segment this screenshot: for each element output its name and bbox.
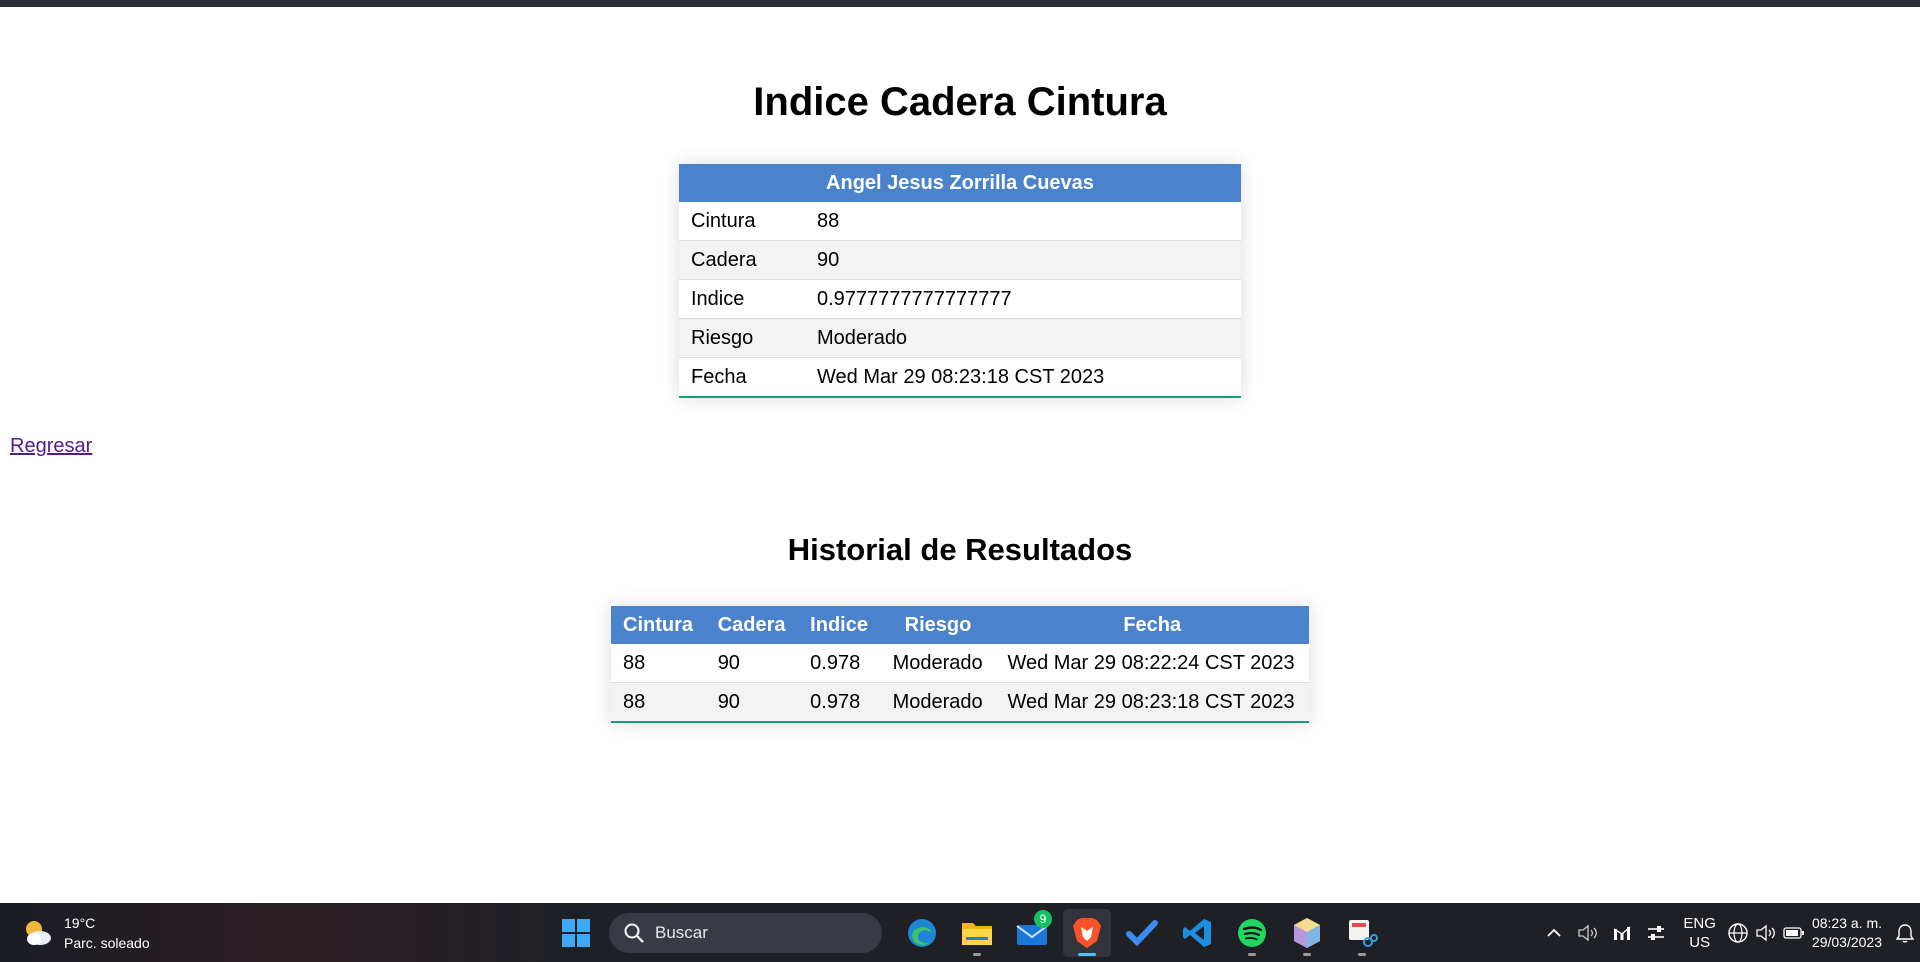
result-row-cadera: Cadera 90 — [679, 240, 1241, 280]
result-value: 0.9777777777777777 — [805, 279, 1241, 319]
history-cell: Wed Mar 29 08:23:18 CST 2023 — [995, 682, 1309, 723]
history-cell: Moderado — [880, 682, 996, 723]
history-cell: 90 — [705, 644, 799, 683]
result-label: Riesgo — [679, 318, 805, 358]
taskbar-app-vscode[interactable] — [1173, 909, 1221, 957]
result-label: Cintura — [679, 202, 805, 241]
search-placeholder: Buscar — [655, 923, 708, 942]
volume-icon — [1756, 924, 1775, 941]
history-cell: Wed Mar 29 08:22:24 CST 2023 — [995, 644, 1309, 683]
back-link[interactable]: Regresar — [10, 435, 92, 458]
browser-top-strip — [0, 0, 1920, 7]
taskbar-apps: Buscar 9 — [552, 909, 1393, 957]
result-row-cintura: Cintura 88 — [679, 202, 1241, 241]
show-hidden-icons-button[interactable] — [1537, 903, 1571, 962]
taskbar-app-spotify[interactable] — [1228, 909, 1276, 957]
taskbar-app-brave[interactable] — [1063, 909, 1111, 957]
result-value: 88 — [805, 202, 1241, 241]
windows-start-icon — [562, 919, 590, 947]
running-indicator — [1078, 953, 1096, 956]
taskbar-app-edge[interactable] — [898, 909, 946, 957]
result-row-fecha: Fecha Wed Mar 29 08:23:18 CST 2023 — [679, 357, 1241, 398]
table-row: 88 90 0.978 Moderado Wed Mar 29 08:22:24… — [611, 644, 1309, 683]
equalizer-icon — [1614, 925, 1631, 940]
sliders-icon — [1648, 925, 1665, 940]
history-header-cadera: Cadera — [705, 606, 799, 644]
running-indicator — [1358, 953, 1366, 956]
history-cell: 88 — [611, 682, 706, 723]
running-indicator — [1303, 953, 1311, 956]
result-row-riesgo: Riesgo Moderado — [679, 318, 1241, 358]
tray-app[interactable] — [1605, 903, 1639, 962]
history-cell: 0.978 — [798, 682, 881, 723]
taskbar-app-netbeans[interactable] — [1283, 909, 1331, 957]
vscode-icon — [1183, 919, 1211, 947]
result-value: 90 — [805, 240, 1241, 280]
history-header-cintura: Cintura — [611, 606, 706, 644]
input-language[interactable]: ENG US — [1683, 914, 1716, 952]
result-name-header: Angel Jesus Zorrilla Cuevas — [679, 164, 1241, 202]
taskbar-app-mail[interactable]: 9 — [1008, 909, 1056, 957]
taskbar-app-todo[interactable] — [1118, 909, 1166, 957]
language-code: ENG — [1683, 914, 1716, 932]
partly-sunny-icon — [26, 921, 51, 945]
netbeans-icon — [1294, 918, 1320, 948]
history-header-indice: Indice — [798, 606, 881, 644]
battery-icon — [1783, 926, 1804, 939]
taskbar-clock[interactable]: 08:23 a. m. 29/03/2023 — [1812, 914, 1882, 952]
weather-widget[interactable]: 19°C Parc. soleado — [20, 912, 150, 954]
taskbar-search[interactable]: Buscar — [609, 913, 882, 953]
system-tray: ENG US 08:23 a. m. 29/03/2023 — [1537, 903, 1920, 962]
running-indicator — [973, 953, 981, 956]
notification-bell-icon — [1896, 923, 1914, 942]
file-explorer-icon — [962, 923, 992, 945]
result-label: Fecha — [679, 357, 805, 398]
tray-app[interactable] — [1639, 903, 1673, 962]
todo-icon — [1126, 920, 1158, 947]
mail-badge: 9 — [1034, 910, 1052, 928]
table-row: 88 90 0.978 Moderado Wed Mar 29 08:23:18… — [611, 682, 1309, 723]
result-label: Cadera — [679, 240, 805, 280]
history-cell: 90 — [705, 682, 799, 723]
keyboard-layout: US — [1689, 933, 1711, 951]
chevron-up-icon — [1547, 928, 1562, 937]
network-icon — [1728, 922, 1748, 943]
result-row-indice: Indice 0.9777777777777777 — [679, 279, 1241, 319]
page-title: Indice Cadera Cintura — [753, 80, 1167, 124]
brave-browser-icon — [1073, 918, 1101, 948]
history-cell: Moderado — [880, 644, 996, 683]
start-button[interactable] — [552, 909, 600, 957]
history-cell: 88 — [611, 644, 706, 683]
taskbar: 19°C Parc. soleado Buscar 9 ENG US 08:23… — [0, 903, 1920, 962]
history-header-fecha: Fecha — [995, 606, 1309, 644]
page-content: Indice Cadera Cintura Angel Jesus Zorril… — [0, 7, 1920, 903]
result-value: Wed Mar 29 08:23:18 CST 2023 — [805, 357, 1241, 398]
weather-desc: Parc. soleado — [64, 935, 150, 951]
result-value: Moderado — [805, 318, 1241, 358]
history-cell: 0.978 — [798, 644, 881, 683]
tray-audio-device[interactable] — [1571, 903, 1605, 962]
running-indicator — [1248, 953, 1256, 956]
edge-icon — [908, 919, 936, 947]
spotify-icon — [1238, 919, 1266, 947]
history-title: Historial de Resultados — [787, 532, 1133, 567]
weather-temp: 19°C — [64, 915, 96, 931]
taskbar-app-snipping-tool[interactable] — [1338, 909, 1386, 957]
speaker-muted-icon — [1578, 924, 1598, 941]
quick-settings-button[interactable] — [1726, 903, 1806, 962]
history-header-riesgo: Riesgo — [880, 606, 996, 644]
snipping-tool-icon — [1349, 920, 1378, 947]
notifications-button[interactable] — [1890, 903, 1920, 962]
clock-date: 29/03/2023 — [1811, 933, 1882, 950]
result-label: Indice — [679, 279, 805, 319]
clock-time: 08:23 a. m. — [1811, 914, 1882, 931]
search-icon — [624, 923, 644, 943]
taskbar-app-file-explorer[interactable] — [953, 909, 1001, 957]
history-table: Cintura Cadera Indice Riesgo Fecha 88 90… — [611, 606, 1309, 723]
result-table: Angel Jesus Zorrilla Cuevas Cintura 88 C… — [679, 164, 1241, 398]
